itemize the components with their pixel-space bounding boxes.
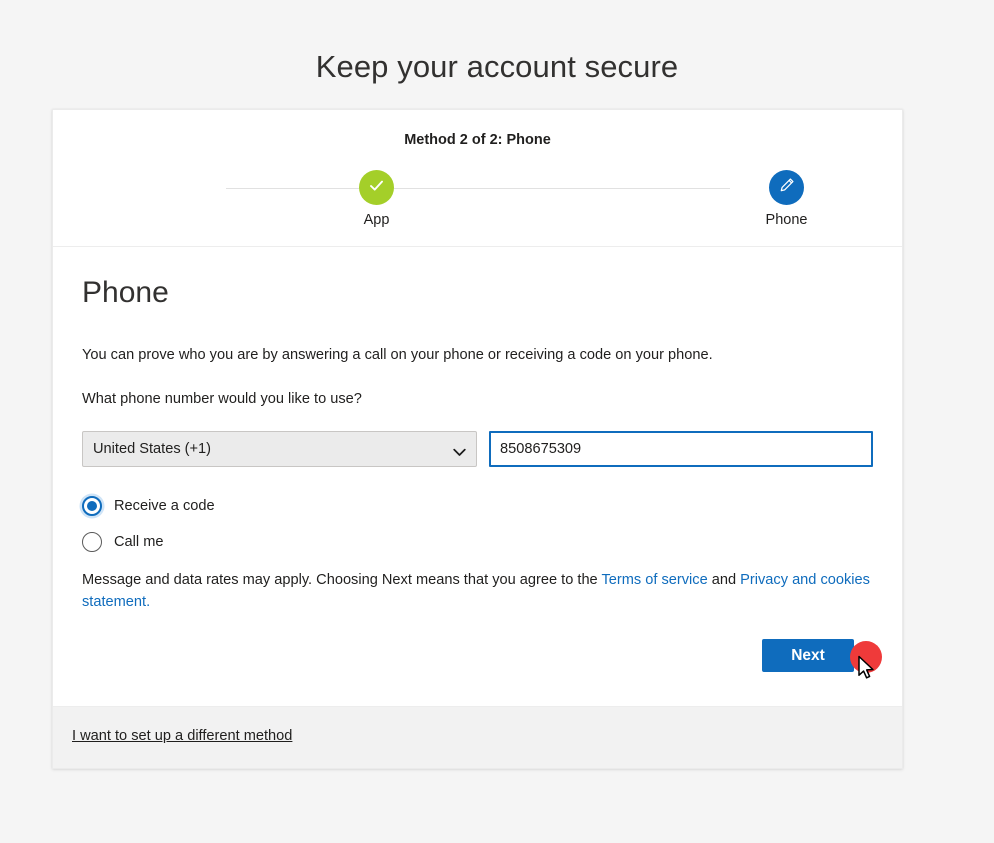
pencil-icon bbox=[778, 176, 796, 199]
page-title: Keep your account secure bbox=[315, 49, 679, 84]
card-body: Phone You can prove who you are by answe… bbox=[53, 247, 902, 706]
card-header: Method 2 of 2: Phone App Phone bbox=[53, 110, 902, 247]
phone-number-input[interactable] bbox=[489, 431, 873, 467]
step-phone-circle bbox=[769, 170, 804, 205]
radio-option-receive-code[interactable]: Receive a code bbox=[82, 496, 873, 516]
stepper-step-app[interactable]: App bbox=[332, 166, 422, 229]
step-app-circle bbox=[359, 170, 394, 205]
stepper-connector-line bbox=[225, 188, 730, 189]
radio-option-call-me[interactable]: Call me bbox=[82, 532, 873, 552]
section-title: Phone bbox=[82, 276, 169, 309]
stepper-step-phone[interactable]: Phone bbox=[742, 166, 832, 229]
disclaimer-before: Message and data rates may apply. Choosi… bbox=[82, 572, 602, 588]
phone-form-row: United States (+1) bbox=[82, 431, 873, 467]
terms-of-service-link[interactable]: Terms of service bbox=[601, 572, 707, 588]
country-select-wrapper: United States (+1) bbox=[82, 431, 477, 467]
check-icon bbox=[367, 176, 386, 200]
country-code-select[interactable]: United States (+1) bbox=[82, 431, 477, 467]
description-text: You can prove who you are by answering a… bbox=[82, 347, 713, 363]
step-app-label: App bbox=[363, 212, 390, 228]
radio-button-unchecked[interactable] bbox=[82, 532, 102, 552]
disclaimer-text: Message and data rates may apply. Choosi… bbox=[82, 570, 872, 613]
question-text: What phone number would you like to use? bbox=[82, 391, 362, 407]
progress-stepper: App Phone bbox=[158, 166, 807, 232]
radio-label-receive-code: Receive a code bbox=[114, 498, 215, 514]
next-button[interactable]: Next bbox=[762, 639, 854, 672]
card-footer: I want to set up a different method bbox=[53, 706, 902, 768]
radio-button-checked[interactable] bbox=[82, 496, 102, 516]
different-method-link[interactable]: I want to set up a different method bbox=[72, 728, 292, 744]
method-step-label: Method 2 of 2: Phone bbox=[404, 132, 551, 148]
button-row: Next bbox=[82, 639, 873, 672]
security-setup-card: Method 2 of 2: Phone App Phone Phone You… bbox=[52, 109, 903, 769]
radio-label-call-me: Call me bbox=[114, 534, 164, 550]
disclaimer-middle: and bbox=[707, 572, 741, 588]
step-phone-label: Phone bbox=[765, 212, 808, 228]
